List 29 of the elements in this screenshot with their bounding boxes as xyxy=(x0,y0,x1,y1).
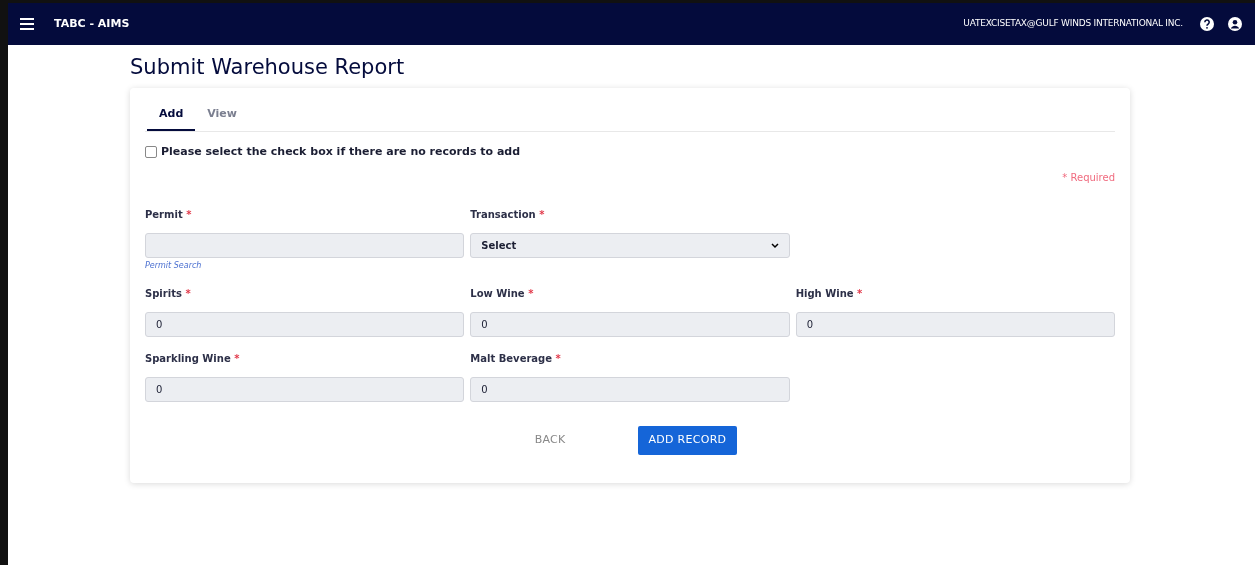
tab[interactable]: Add xyxy=(147,106,196,131)
app-title: TABC - AIMS xyxy=(54,15,130,32)
permit-search-link[interactable]: Permit Search xyxy=(145,260,202,272)
checkbox[interactable] xyxy=(145,145,157,158)
input-field[interactable] xyxy=(145,233,465,258)
user-name: UATEXCISETAX@GULF WINDS INTERNATIONAL INC. xyxy=(963,17,1183,31)
input-field[interactable]: 0 xyxy=(795,312,1115,337)
checkbox-label: Please select the check box if there are no records to add xyxy=(161,143,521,160)
field-label: Permit * xyxy=(145,208,192,222)
back-button[interactable]: BACK xyxy=(522,427,578,454)
input-field[interactable]: 0 xyxy=(145,377,465,402)
input-field[interactable]: 0 xyxy=(470,377,790,402)
field-label: Malt Beverage * xyxy=(470,352,561,366)
field-label: High Wine * xyxy=(795,287,863,301)
tab[interactable]: View xyxy=(195,106,249,131)
required-note: * Required xyxy=(1062,171,1115,185)
field-label: Low Wine * xyxy=(470,287,534,301)
field-label: Transaction * xyxy=(470,208,545,222)
transaction-select[interactable]: Select xyxy=(470,233,790,258)
page-title: Submit Warehouse Report xyxy=(130,57,405,78)
field-label: Sparkling Wine * xyxy=(145,352,240,366)
chevron-icon xyxy=(770,242,779,249)
input-field[interactable]: 0 xyxy=(470,312,790,337)
field-label: Spirits * xyxy=(145,287,191,301)
input-field[interactable]: 0 xyxy=(145,312,465,337)
menu-icon[interactable] xyxy=(20,18,34,30)
add-record-button[interactable]: ADD RECORD xyxy=(637,426,738,455)
help-icon[interactable] xyxy=(1199,16,1215,32)
user-icon[interactable] xyxy=(1227,16,1243,32)
